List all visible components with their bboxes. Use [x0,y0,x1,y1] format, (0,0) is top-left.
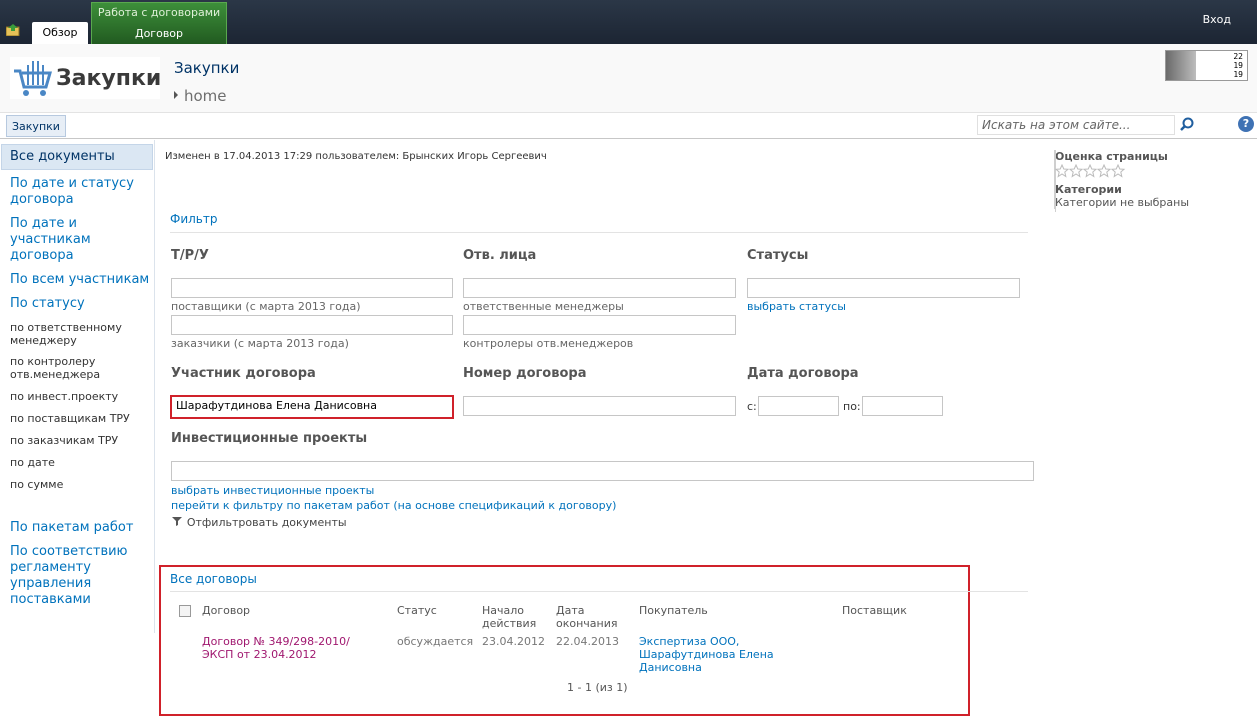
filter-button-label: Отфильтровать документы [186,516,347,529]
label-invest-projects: Инвестиционные проекты [171,431,368,446]
nav-by-regulation[interactable]: По соответствию регламенту управления по… [0,544,140,608]
row-start: 23.04.2012 [482,635,545,648]
controllers-input[interactable] [463,315,736,335]
date-from-label: с: [747,400,757,413]
quick-launch: Все документы По дате и статусу договора… [0,140,155,633]
label-statuses: Статусы [747,248,809,263]
filter-button[interactable]: Отфильтровать документы [171,515,347,529]
folder-up-icon[interactable] [6,24,21,36]
stat-value: 19 [1233,70,1243,79]
date-to-input[interactable] [862,396,943,416]
nav-by-customers[interactable]: по заказчикам ТРУ [0,434,154,447]
nav-by-invest-project[interactable]: по инвест.проекту [0,390,154,403]
breadcrumb-home[interactable]: home [184,87,227,105]
nav-by-suppliers[interactable]: по поставщикам ТРУ [0,412,154,425]
nav-by-work-packages[interactable]: По пакетам работ [0,520,154,536]
choose-statuses-link[interactable]: выбрать статусы [747,300,846,313]
stat-value: 19 [1233,61,1243,70]
rating-title: Оценка страницы [1055,150,1168,163]
col-status[interactable]: Статус [397,604,437,617]
col-buyer[interactable]: Покупатель [639,604,708,617]
nav-by-sum[interactable]: по сумме [0,478,154,491]
label-responsible: Отв. лица [463,248,537,263]
nav-by-manager[interactable]: по ответственному менеджеру [0,321,154,347]
hint-managers: ответственные менеджеры [463,300,624,313]
label-contract-number: Номер договора [463,366,587,381]
label-tru: Т/Р/У [171,248,209,263]
row-end: 22.04.2013 [556,635,619,648]
logo-text: Закупки [56,66,162,91]
nav-by-status[interactable]: По статусу [0,296,154,312]
managers-input[interactable] [463,278,736,298]
stats-chart-icon [1166,51,1196,80]
search-input[interactable]: Искать на этом сайте... [977,115,1175,135]
breadcrumb: home [174,87,227,105]
nav-by-date-status[interactable]: По дате и статусу договора [0,176,154,208]
stats-numbers: 22 19 19 [1233,52,1243,79]
work-packages-filter-link[interactable]: перейти к фильтру по пакетам работ (на о… [171,499,616,512]
tab-contract[interactable]: Договор [92,27,226,40]
login-link[interactable]: Вход [1203,13,1231,26]
tab-overview[interactable]: Обзор [32,22,88,44]
choose-projects-link[interactable]: выбрать инвестиционные проекты [171,484,374,497]
categories-text: Категории не выбраны [1055,196,1190,209]
star-icon [1110,164,1126,178]
modified-info: Изменен в 17.04.2013 17:29 пользователем… [165,151,547,162]
paging-info: 1 - 1 (из 1) [567,681,628,694]
list-divider [170,591,1028,592]
context-group-title: Работа с договорами [97,6,221,19]
contract-link[interactable]: Договор № 349/298-2010/ЭКСП от 23.04.201… [202,635,367,661]
contract-number-input[interactable] [463,396,736,416]
breadcrumb-arrow-icon [174,91,178,99]
row-buyer[interactable]: Экспертиза ООО, Шарафутдинова Елена Дани… [639,635,789,674]
select-all-checkbox[interactable] [179,605,191,617]
top-navigation: Закупки Искать на этом сайте... ? [0,113,1257,139]
categories-title: Категории [1055,183,1122,196]
filter-icon [172,517,182,526]
filter-title: Фильтр [170,212,218,226]
search-icon[interactable] [1178,116,1196,134]
star-icon [1068,164,1084,178]
star-icon [1082,164,1098,178]
suppliers-input[interactable] [171,278,453,298]
visit-stats-widget: 22 19 19 [1165,50,1248,81]
label-participant: Участник договора [171,366,316,381]
date-from-input[interactable] [758,396,839,416]
row-status: обсуждается [397,635,474,648]
nav-by-date[interactable]: по дате [0,456,154,469]
customers-input[interactable] [171,315,453,335]
site-header: Закупки Закупки home 22 19 19 [0,44,1257,113]
star-icon [1096,164,1112,178]
hint-suppliers: поставщики (с марта 2013 года) [171,300,361,313]
col-end[interactable]: Дата окончания [556,604,626,630]
help-icon[interactable]: ? [1238,116,1254,132]
date-to-label: по: [843,400,861,413]
nav-by-all-participants[interactable]: По всем участникам [0,272,154,288]
col-start[interactable]: Начало действия [482,604,542,630]
hint-controllers: контролеры отв.менеджеров [463,337,634,350]
list-title[interactable]: Все договоры [170,572,257,586]
participant-input[interactable]: Шарафутдинова Елена Данисовна [173,397,452,417]
hint-customers: заказчики (с марта 2013 года) [171,337,349,350]
right-panel: Оценка страницы Категории Категории не в… [1054,150,1190,212]
stat-value: 22 [1233,52,1243,61]
rating-stars[interactable] [1055,163,1189,183]
statuses-input[interactable] [747,278,1020,298]
nav-by-date-participants[interactable]: По дате и участникам договора [0,216,154,264]
topnav-tab-zakupki[interactable]: Закупки [6,115,66,137]
label-contract-date: Дата договора [747,366,859,381]
filter-divider [170,232,1028,233]
nav-by-controller[interactable]: по контролеру отв.менеджера [0,355,154,381]
col-supplier[interactable]: Поставщик [842,604,907,617]
ribbon: Обзор Работа с договорами Договор Вход [0,0,1257,44]
context-tab-group: Работа с договорами Договор [91,2,227,44]
col-contract[interactable]: Договор [202,604,250,617]
site-title[interactable]: Закупки [174,59,239,77]
star-icon [1055,164,1070,178]
nav-all-documents[interactable]: Все документы [1,144,153,170]
invest-projects-input[interactable] [171,461,1034,481]
